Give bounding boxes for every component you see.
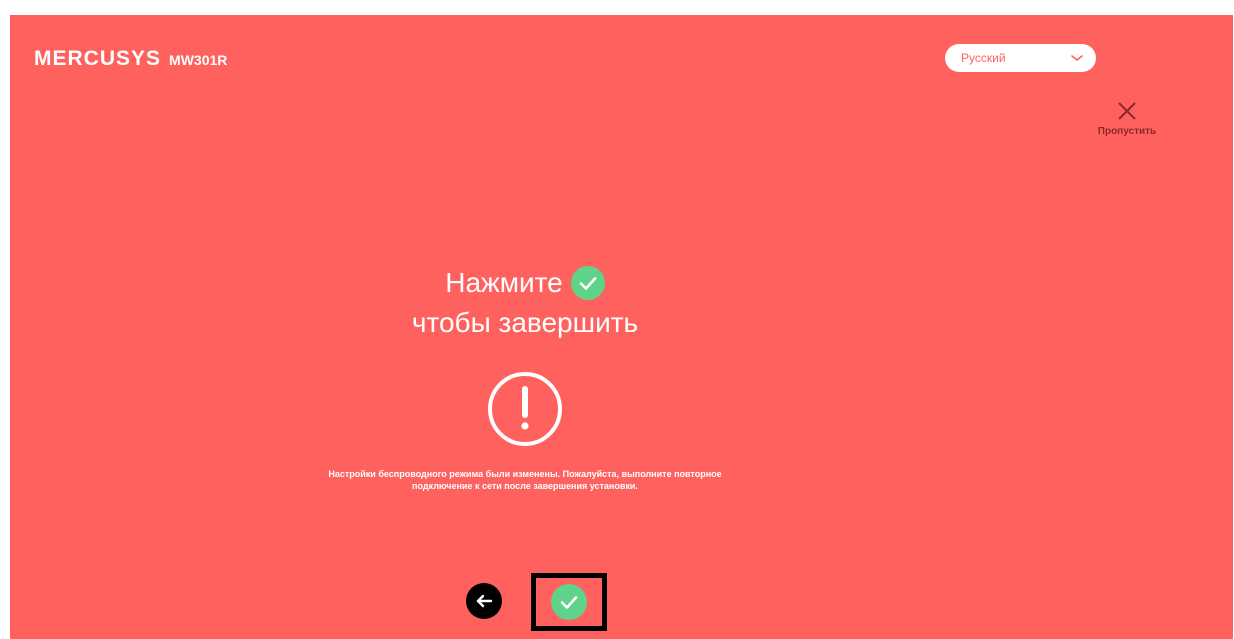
language-select-value: Русский [961,51,1006,65]
skip-button[interactable]: Пропустить [1082,100,1172,137]
back-button[interactable] [466,583,502,619]
model-name: MW301R [169,52,228,68]
close-icon [1118,102,1136,120]
reconnect-message: Настройки беспроводного режима были изме… [240,468,810,492]
skip-label: Пропустить [1097,126,1157,137]
brand-name: MERCUSYS [34,47,162,70]
instruction-line-2: чтобы завершить [411,307,639,338]
logo: MERCUSYS MW301R [34,47,227,71]
check-circle-icon [551,584,587,620]
instruction-text: Нажмите чтобы завершить [10,263,1040,343]
message-line-1: Настройки беспроводного режима были изме… [328,469,722,479]
message-line-2: подключение к сети после завершения уста… [412,481,638,491]
language-select[interactable]: Русский [945,44,1096,72]
check-circle-icon [570,266,605,300]
arrow-left-icon [476,594,493,608]
setup-wizard-page: MERCUSYS MW301R Русский Пропустить Нажми… [10,15,1233,639]
chevron-down-icon [1071,55,1083,61]
exclamation-circle-icon [488,372,562,446]
finish-button[interactable] [531,573,607,631]
instruction-line-1: Нажмите [445,267,563,298]
